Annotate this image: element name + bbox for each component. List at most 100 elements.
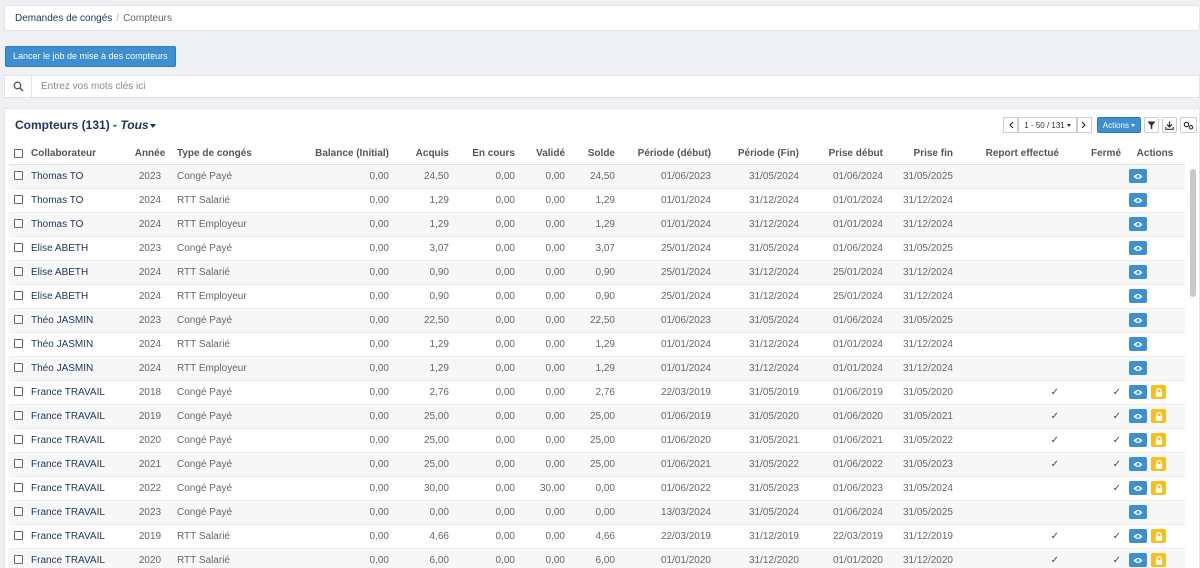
filter-dropdown[interactable]: Tous — [120, 118, 156, 132]
view-button[interactable] — [1129, 529, 1147, 543]
launch-job-button[interactable]: Lancer le job de mise à des compteurs — [5, 46, 176, 67]
row-checkbox[interactable] — [13, 219, 23, 229]
lock-button[interactable] — [1151, 457, 1166, 471]
page-size-dropdown[interactable]: 1 - 50 / 131 — [1018, 117, 1077, 133]
row-checkbox[interactable] — [13, 243, 23, 253]
header-prise-fin[interactable]: Prise fin — [887, 144, 957, 165]
table-row[interactable]: Thomas TO 2024 RTT Employeur 0,00 1,29 0,00 0,… — [9, 212, 1185, 237]
view-button[interactable] — [1129, 481, 1147, 495]
lock-button[interactable] — [1151, 433, 1166, 447]
search-icon[interactable] — [5, 76, 32, 97]
view-button[interactable] — [1129, 217, 1147, 231]
row-checkbox[interactable] — [13, 459, 23, 469]
view-button[interactable] — [1129, 169, 1147, 183]
header-balance[interactable]: Balance (Initial) — [273, 144, 393, 165]
header-periode-debut[interactable]: Période (début) — [619, 144, 715, 165]
actions-dropdown-button[interactable]: Actions — [1096, 117, 1141, 133]
row-checkbox[interactable] — [13, 507, 23, 517]
row-checkbox[interactable] — [13, 435, 23, 445]
row-checkbox[interactable] — [13, 531, 23, 541]
prise-fin-cell: 31/05/2022 — [887, 428, 957, 453]
type-cell: Congé Payé — [173, 308, 273, 333]
search-input[interactable] — [32, 81, 1199, 92]
header-annee[interactable]: Année — [127, 144, 173, 165]
table-row[interactable]: Elise ABETH 2024 RTT Salarié 0,00 0,90 0,00 0,… — [9, 260, 1185, 285]
view-button[interactable] — [1129, 193, 1147, 207]
row-checkbox[interactable] — [13, 195, 23, 205]
table-row[interactable]: France TRAVAIL 2020 Congé Payé 0,00 25,00 0,0… — [9, 428, 1185, 453]
view-button[interactable] — [1129, 313, 1147, 327]
breadcrumb-link-demandes[interactable]: Demandes de congés — [15, 13, 112, 24]
table-row[interactable]: France TRAVAIL 2019 Congé Payé 0,00 25,00 0,0… — [9, 404, 1185, 429]
row-checkbox[interactable] — [13, 171, 23, 181]
row-checkbox[interactable] — [13, 291, 23, 301]
collaborateur-cell: Elise ABETH — [27, 236, 127, 261]
lock-button[interactable] — [1151, 553, 1166, 567]
view-button[interactable] — [1129, 385, 1147, 399]
lock-button[interactable] — [1151, 481, 1166, 495]
lock-button[interactable] — [1151, 409, 1166, 423]
header-periode-fin[interactable]: Période (Fin) — [715, 144, 803, 165]
view-button[interactable] — [1129, 289, 1147, 303]
header-ferme[interactable]: Fermé — [1063, 144, 1125, 165]
view-button[interactable] — [1129, 505, 1147, 519]
view-button[interactable] — [1129, 457, 1147, 471]
report-cell: ✓ — [957, 524, 1063, 549]
periode-debut-cell: 01/06/2023 — [619, 308, 715, 333]
table-row[interactable]: Elise ABETH 2023 Congé Payé 0,00 3,07 0,00 0,0… — [9, 236, 1185, 261]
lock-button[interactable] — [1151, 385, 1166, 399]
header-acquis[interactable]: Acquis — [393, 144, 453, 165]
row-checkbox[interactable] — [13, 315, 23, 325]
view-button[interactable] — [1129, 265, 1147, 279]
export-button[interactable] — [1162, 117, 1177, 133]
view-button[interactable] — [1129, 361, 1147, 375]
table-row[interactable]: Théo JASMIN 2024 RTT Salarié 0,00 1,29 0,00 0,… — [9, 332, 1185, 357]
filter-button[interactable] — [1144, 117, 1159, 133]
view-button[interactable] — [1129, 433, 1147, 447]
table-row[interactable]: France TRAVAIL 2022 Congé Payé 0,00 30,00 0,0… — [9, 476, 1185, 501]
view-button[interactable] — [1129, 553, 1147, 567]
annee-cell: 2024 — [127, 188, 173, 213]
header-solde[interactable]: Solde — [569, 144, 619, 165]
table-row[interactable]: France TRAVAIL 2018 Congé Payé 0,00 2,76 0,00… — [9, 380, 1185, 405]
row-checkbox[interactable] — [13, 339, 23, 349]
prev-page-button[interactable] — [1003, 117, 1019, 133]
header-prise-debut[interactable]: Prise début — [803, 144, 887, 165]
table-row[interactable]: Elise ABETH 2024 RTT Employeur 0,00 0,90 0,00… — [9, 284, 1185, 309]
balance-cell: 0,00 — [273, 380, 393, 405]
view-button[interactable] — [1129, 409, 1147, 423]
eye-icon — [1133, 269, 1143, 276]
select-all-checkbox[interactable] — [13, 149, 23, 159]
header-en-cours[interactable]: En cours — [453, 144, 519, 165]
header-report[interactable]: Report effectué — [957, 144, 1063, 165]
table-row[interactable]: Thomas TO 2024 RTT Salarié 0,00 1,29 0,00 0,00… — [9, 188, 1185, 213]
lock-button[interactable] — [1151, 529, 1166, 543]
actions-cell — [1125, 164, 1185, 189]
row-checkbox[interactable] — [13, 387, 23, 397]
solde-cell: 0,90 — [569, 284, 619, 309]
view-button[interactable] — [1129, 337, 1147, 351]
balance-cell: 0,00 — [273, 212, 393, 237]
row-checkbox[interactable] — [13, 363, 23, 373]
balance-cell: 0,00 — [273, 308, 393, 333]
row-checkbox[interactable] — [13, 555, 23, 565]
row-checkbox[interactable] — [13, 267, 23, 277]
next-page-button[interactable] — [1076, 117, 1092, 133]
table-row[interactable]: France TRAVAIL 2019 RTT Salarié 0,00 4,66 0,0… — [9, 524, 1185, 549]
view-button[interactable] — [1129, 241, 1147, 255]
row-checkbox[interactable] — [13, 483, 23, 493]
select-cell — [9, 500, 27, 525]
header-type[interactable]: Type de congés — [173, 144, 273, 165]
scrollbar[interactable] — [1190, 169, 1196, 297]
table-row[interactable]: Thomas TO 2023 Congé Payé 0,00 24,50 0,00 0,00… — [9, 164, 1185, 189]
annee-cell: 2024 — [127, 356, 173, 381]
row-checkbox[interactable] — [13, 411, 23, 421]
header-valide[interactable]: Validé — [519, 144, 569, 165]
table-row[interactable]: Théo JASMIN 2023 Congé Payé 0,00 22,50 0,00 0,… — [9, 308, 1185, 333]
table-row[interactable]: France TRAVAIL 2021 Congé Payé 0,00 25,00 0,0… — [9, 452, 1185, 477]
table-row[interactable]: France TRAVAIL 2023 Congé Payé 0,00 0,00 0,00… — [9, 500, 1185, 525]
header-collaborateur[interactable]: Collaborateur — [27, 144, 127, 165]
table-row[interactable]: France TRAVAIL 2020 RTT Salarié 0,00 6,00 0,0… — [9, 548, 1185, 568]
settings-button[interactable] — [1180, 117, 1197, 133]
table-row[interactable]: Théo JASMIN 2024 RTT Employeur 0,00 1,29 0,00… — [9, 356, 1185, 381]
